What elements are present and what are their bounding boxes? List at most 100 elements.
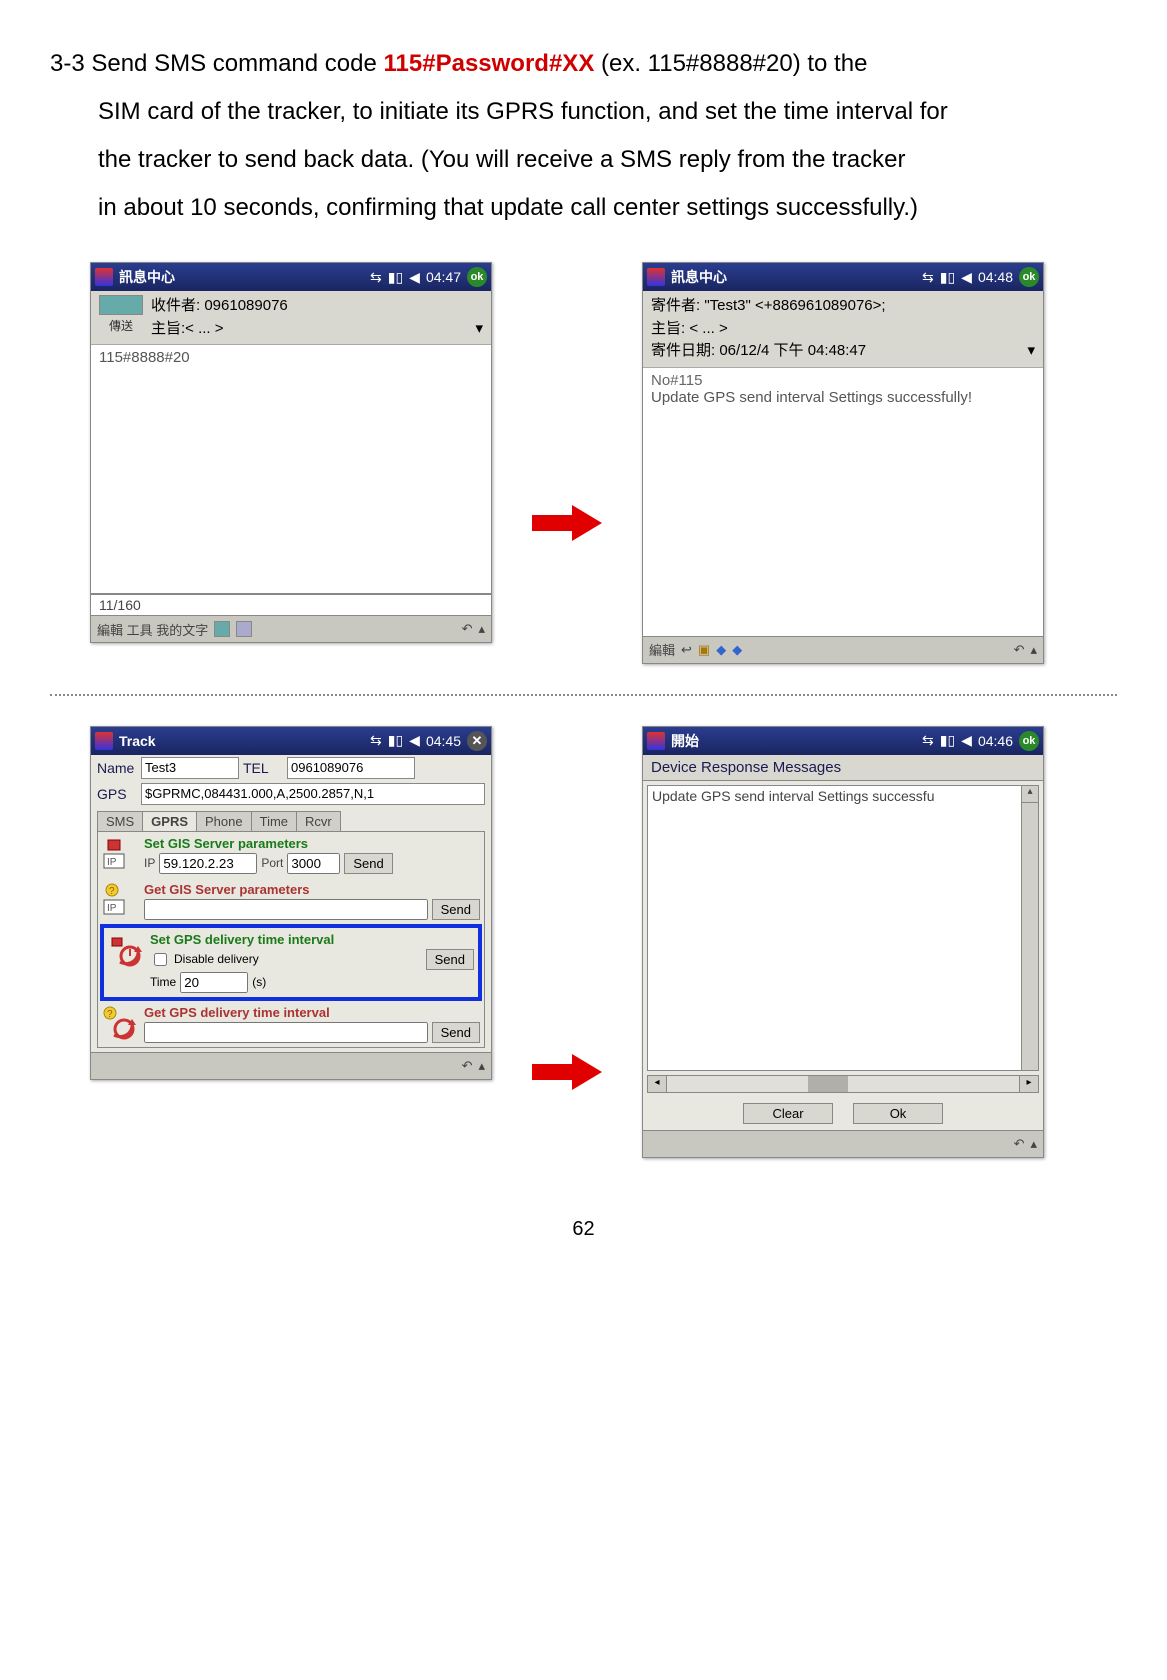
send-button[interactable]: Send bbox=[426, 949, 474, 970]
button-row: Clear Ok bbox=[643, 1097, 1043, 1130]
app-title: 訊息中心 bbox=[671, 267, 922, 287]
bottom-toolbar: 編輯 工具 我的文字 ↶ ▴ bbox=[91, 615, 491, 642]
tel-input[interactable] bbox=[287, 757, 415, 779]
ok-button[interactable]: Ok bbox=[853, 1103, 943, 1124]
send-button[interactable]: Send bbox=[344, 853, 392, 874]
volume-icon: ◀ bbox=[409, 732, 420, 749]
screenshot-row-2: Track ⇆ ▮▯ ◀ 04:45 ✕ Name TEL GPS SMS GP… bbox=[90, 726, 1117, 1158]
gps-input[interactable] bbox=[141, 783, 485, 805]
tab-phone[interactable]: Phone bbox=[196, 811, 252, 831]
disable-delivery-checkbox[interactable] bbox=[154, 953, 167, 966]
footer-menus[interactable]: 編輯 bbox=[649, 640, 675, 659]
subject-label: 主旨: bbox=[151, 318, 185, 341]
message-header: 寄件者: "Test3" <+886961089076>; 主旨: < ... … bbox=[643, 291, 1043, 368]
group-title: Set GPS delivery time interval bbox=[150, 932, 474, 947]
message-header: 傳送 收件者: 0961089076 主旨: < ... > ▾ bbox=[91, 291, 491, 345]
signal-icon: ▮▯ bbox=[388, 269, 403, 286]
app-title: 訊息中心 bbox=[119, 267, 370, 287]
tab-gprs[interactable]: GPRS bbox=[142, 811, 197, 831]
ok-button[interactable]: ok bbox=[467, 267, 487, 287]
response-screen: 開始 ⇆ ▮▯ ◀ 04:46 ok Device Response Messa… bbox=[642, 726, 1044, 1158]
start-icon[interactable] bbox=[95, 732, 113, 750]
ip-input[interactable] bbox=[159, 853, 257, 874]
dropdown-icon[interactable]: ▾ bbox=[1027, 340, 1035, 363]
get-gis-input[interactable] bbox=[144, 899, 428, 920]
get-ip-icon: IP? bbox=[102, 882, 138, 918]
horizontal-scrollbar[interactable]: ◂ ▸ bbox=[647, 1075, 1039, 1093]
send-button[interactable]: 傳送 bbox=[99, 295, 143, 335]
tab-rcvr[interactable]: Rcvr bbox=[296, 811, 341, 831]
scroll-right-icon[interactable]: ▸ bbox=[1019, 1075, 1039, 1093]
sms-text: 115#8888#20 bbox=[99, 349, 190, 366]
recipient-value[interactable]: 0961089076 bbox=[204, 297, 287, 314]
signal-icon: ▮▯ bbox=[940, 269, 955, 286]
port-input[interactable] bbox=[287, 853, 340, 874]
reply-icon[interactable]: ↩ bbox=[681, 642, 692, 658]
port-label: Port bbox=[261, 856, 283, 870]
scroll-left-icon[interactable]: ◂ bbox=[647, 1075, 667, 1093]
ok-button[interactable]: ok bbox=[1019, 731, 1039, 751]
time-unit: (s) bbox=[252, 975, 266, 989]
send-button[interactable]: Send bbox=[432, 899, 480, 920]
scroll-thumb[interactable] bbox=[808, 1076, 848, 1092]
sip-up-icon[interactable]: ▴ bbox=[478, 1058, 485, 1074]
page-number: 62 bbox=[50, 1218, 1117, 1241]
start-icon[interactable] bbox=[647, 732, 665, 750]
input-mode-icon[interactable] bbox=[236, 621, 252, 637]
tab-time[interactable]: Time bbox=[251, 811, 297, 831]
connectivity-icon: ⇆ bbox=[370, 732, 382, 749]
tab-sms[interactable]: SMS bbox=[97, 811, 143, 831]
titlebar: 訊息中心 ⇆ ▮▯ ◀ 04:48 ok bbox=[643, 263, 1043, 291]
sip-up-icon[interactable]: ▴ bbox=[1030, 642, 1037, 658]
undo-icon[interactable]: ↶ bbox=[462, 621, 473, 637]
time-label: Time bbox=[150, 975, 176, 989]
subject-label: 主旨: bbox=[651, 320, 685, 337]
folder-icon[interactable]: ▣ bbox=[698, 642, 710, 658]
up-arrow-icon[interactable]: ◆ bbox=[716, 642, 726, 658]
gprs-panel: IP Set GIS Server parameters IP Port Sen… bbox=[97, 831, 485, 1048]
sip-up-icon[interactable]: ▴ bbox=[1030, 1136, 1037, 1152]
clear-button[interactable]: Clear bbox=[743, 1103, 833, 1124]
bottom-toolbar: 編輯 ↩ ▣ ◆ ◆ ↶ ▴ bbox=[643, 636, 1043, 663]
send-ip-icon: IP bbox=[102, 836, 138, 872]
scroll-up-icon[interactable]: ▴ bbox=[1022, 786, 1038, 803]
undo-icon[interactable]: ↶ bbox=[1014, 642, 1025, 658]
sms-compose-screen: 訊息中心 ⇆ ▮▯ ◀ 04:47 ok 傳送 收件者: 0961089076 … bbox=[90, 262, 492, 643]
send-button[interactable]: Send bbox=[432, 1022, 480, 1043]
close-button[interactable]: ✕ bbox=[467, 731, 487, 751]
time-input[interactable] bbox=[180, 972, 248, 993]
scroll-track[interactable] bbox=[667, 1075, 1019, 1093]
group-title: Set GIS Server parameters bbox=[144, 836, 480, 851]
instr-line2: SIM card of the tracker, to initiate its… bbox=[98, 88, 1117, 136]
red-arrow-1 bbox=[532, 505, 602, 541]
subject-value[interactable]: < ... > bbox=[185, 318, 475, 341]
svg-text:IP: IP bbox=[107, 903, 117, 914]
footer-menus[interactable]: 編輯 工具 我的文字 bbox=[97, 620, 208, 639]
message-body[interactable]: 115#8888#20 bbox=[91, 345, 491, 593]
track-app-screen: Track ⇆ ▮▯ ◀ 04:45 ✕ Name TEL GPS SMS GP… bbox=[90, 726, 492, 1080]
start-icon[interactable] bbox=[95, 268, 113, 286]
responses-header: Device Response Messages bbox=[643, 755, 1043, 781]
vertical-scrollbar[interactable]: ▴ bbox=[1021, 786, 1038, 1070]
undo-icon[interactable]: ↶ bbox=[462, 1058, 473, 1074]
name-input[interactable] bbox=[141, 757, 239, 779]
sip-up-icon[interactable]: ▴ bbox=[478, 621, 485, 637]
undo-icon[interactable]: ↶ bbox=[1014, 1136, 1025, 1152]
dropdown-icon[interactable]: ▾ bbox=[475, 318, 483, 341]
start-icon[interactable] bbox=[647, 268, 665, 286]
clock: 04:46 bbox=[978, 733, 1013, 749]
instr-line4: in about 10 seconds, confirming that upd… bbox=[98, 184, 1117, 232]
set-gis-server-group: IP Set GIS Server parameters IP Port Sen… bbox=[98, 832, 484, 878]
volume-icon: ◀ bbox=[961, 269, 972, 286]
connectivity-icon: ⇆ bbox=[922, 269, 934, 286]
down-arrow-icon[interactable]: ◆ bbox=[732, 642, 742, 658]
get-interval-input[interactable] bbox=[144, 1022, 428, 1043]
subject-value: < ... > bbox=[689, 320, 727, 337]
recipient-label: 收件者: bbox=[151, 297, 200, 314]
group-title: Get GPS delivery time interval bbox=[144, 1005, 480, 1020]
instruction-paragraph: 3-3 Send SMS command code 115#Password#X… bbox=[50, 40, 1117, 232]
ok-button[interactable]: ok bbox=[1019, 267, 1039, 287]
response-textarea[interactable]: Update GPS send interval Settings succes… bbox=[647, 785, 1039, 1071]
language-icon[interactable] bbox=[214, 621, 230, 637]
clock: 04:45 bbox=[426, 733, 461, 749]
